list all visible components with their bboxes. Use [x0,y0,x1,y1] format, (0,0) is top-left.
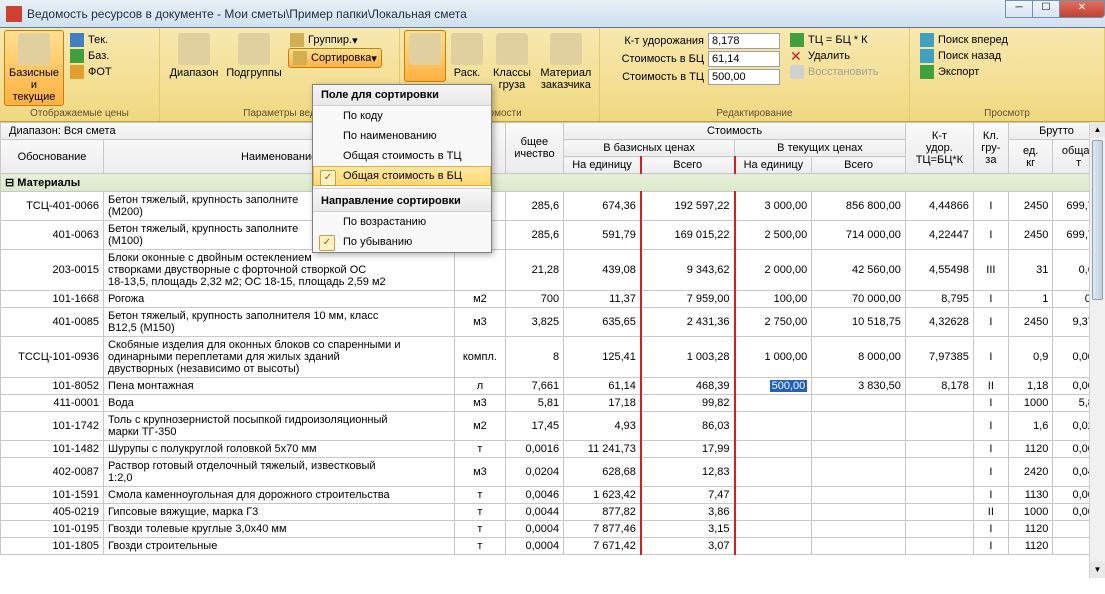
table-row[interactable]: 101-1668Рогожам270011,377 959,00100,0070… [1,291,1105,308]
close-button[interactable]: ✕ [1059,0,1105,18]
sbc-input[interactable] [708,51,780,67]
table-row[interactable]: 411-0001Водам35,8117,1899,82I10005,81 [1,395,1105,412]
sort-icon [293,51,307,65]
search-forward-button[interactable]: Поиск вперед [918,32,1010,48]
stc-input[interactable] [708,69,780,85]
table-row[interactable]: 203-0015Блоки оконные с двойным остеклен… [1,250,1105,291]
sort-by-total-tc[interactable]: Общая стоимость в ТЦ [313,146,491,166]
search-icon [920,33,934,47]
window-titlebar: Ведомость ресурсов в документе - Мои сме… [0,0,1105,28]
expand-icon [409,33,441,65]
kud-input[interactable] [708,33,780,49]
table-row[interactable]: 402-0087Раствор готовый отделочный тяжел… [1,458,1105,487]
table-row[interactable]: 101-1482Шурупы с полукруглой головкой 5x… [1,441,1105,458]
table-row[interactable]: ТССЦ-101-0936Скобяные изделия для оконны… [1,337,1105,378]
table-row[interactable]: 101-8052Пена монтажнаял7,66161,14468,395… [1,378,1105,395]
restore-icon [790,65,804,79]
fot-checkbox[interactable]: ФОТ [68,64,114,80]
table-row[interactable]: 401-0085Бетон тяжелый, крупность заполни… [1,308,1105,337]
delete-button[interactable]: ✕Удалить [788,48,880,64]
range-icon [178,33,210,65]
table-icon [18,33,50,65]
subgroups-button[interactable]: Подгруппы [224,30,284,82]
group-icon [290,33,304,47]
scroll-thumb[interactable] [1092,140,1103,300]
restore-button[interactable]: Восстановить [788,64,880,80]
rask-icon [451,33,483,65]
resources-table[interactable]: Диапазон: Вся смета бщее ичество Стоимос… [0,122,1105,555]
rask-button[interactable]: Раск. [446,30,488,82]
square-icon [70,49,84,63]
baz-checkbox[interactable]: Баз. [68,48,114,64]
check-icon: ✓ [320,170,336,186]
table-row[interactable]: 101-1591Смола каменноугольная для дорожн… [1,487,1105,504]
scroll-down-arrow[interactable]: ▼ [1090,562,1105,578]
sort-by-total-bc[interactable]: ✓Общая стоимость в БЦ [313,166,491,186]
grid-container: Диапазон: Вся смета бщее ичество Стоимос… [0,122,1105,594]
sort-by-code[interactable]: По коду [313,106,491,126]
classes-icon [496,33,528,65]
sort-by-name[interactable]: По наименованию [313,126,491,146]
table-row[interactable]: 405-0219Гипсовые вяжущие, марка Г3т0,004… [1,504,1105,521]
table-row[interactable]: 401-0063Бетон тяжелый, крупность заполни… [1,221,1105,250]
expand-button[interactable] [404,30,446,82]
sort-asc[interactable]: По возрастанию [313,212,491,232]
prices-base-current-button[interactable]: Базисные и текущие [4,30,64,106]
delete-icon: ✕ [790,49,804,63]
sort-dropdown[interactable]: Сортировка ▾ [288,48,382,68]
group-row[interactable]: ⊟ Материалы [1,174,1105,192]
ribbon: Базисные и текущие Тек. Баз. ФОТ Отображ… [0,28,1105,122]
maximize-button[interactable]: ☐ [1032,0,1060,18]
table-row[interactable]: 101-1742Толь с крупнозернистой посыпкой … [1,412,1105,441]
formula-icon [790,33,804,47]
cargo-class-button[interactable]: Классы груза [488,30,536,94]
scroll-up-arrow[interactable]: ▲ [1090,122,1105,138]
table-row[interactable]: ТСЦ-401-0066Бетон тяжелый, крупность зап… [1,192,1105,221]
export-button[interactable]: Экспорт [918,64,1010,80]
table-row[interactable]: 101-1805Гвозди строительныет0,00047 671,… [1,538,1105,555]
check-icon: ✓ [319,235,335,251]
square-icon [70,65,84,79]
window-title: Ведомость ресурсов в документе - Мои сме… [27,7,467,21]
export-icon [920,65,934,79]
subgroups-icon [238,33,270,65]
search-back-button[interactable]: Поиск назад [918,48,1010,64]
group-dropdown[interactable]: Группир. ▾ [288,32,382,48]
tc-formula-button[interactable]: ТЦ = БЦ * К [788,32,880,48]
minimize-button[interactable]: ─ [1005,0,1033,18]
vertical-scrollbar[interactable]: ▲ ▼ [1089,122,1105,578]
search-icon [920,49,934,63]
square-icon [70,33,84,47]
tek-checkbox[interactable]: Тек. [68,32,114,48]
table-row[interactable]: 101-0195Гвозди толевые круглые 3,0x40 мм… [1,521,1105,538]
app-icon [6,6,22,22]
sort-desc[interactable]: ✓По убыванию [313,232,491,252]
customer-material-button[interactable]: Материал заказчика [536,30,596,94]
material-icon [550,33,582,65]
sort-menu: Поле для сортировки По коду По наименова… [312,84,492,253]
range-button[interactable]: Диапазон [164,30,224,82]
